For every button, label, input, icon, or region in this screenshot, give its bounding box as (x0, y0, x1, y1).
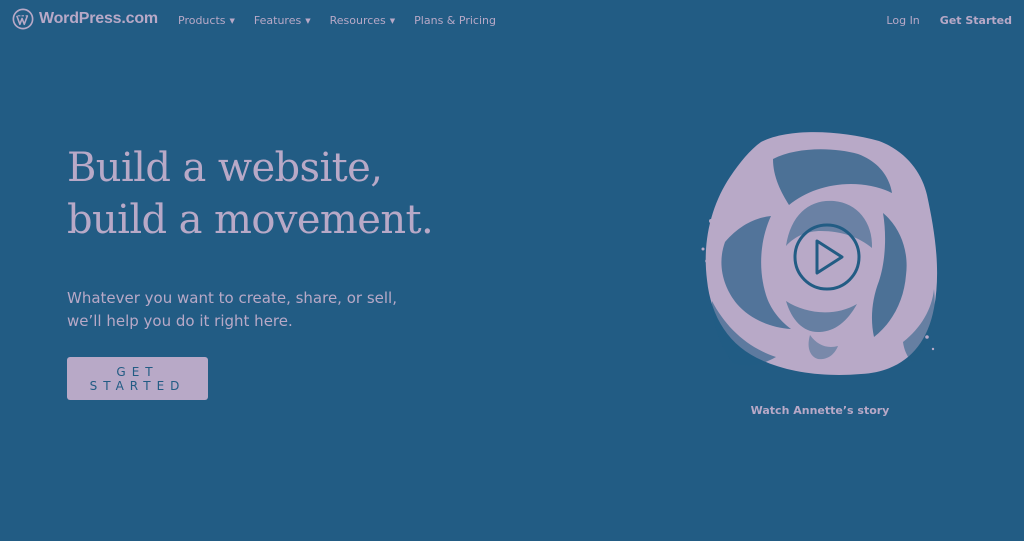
login-link[interactable]: Log In (886, 14, 919, 27)
story-image-speckle (705, 259, 709, 263)
nav-features[interactable]: Features ▼ (254, 14, 311, 27)
nav-resources-label: Resources (329, 14, 386, 27)
get-started-link[interactable]: Get Started (940, 14, 1012, 27)
story-image-speckle (931, 347, 935, 351)
get-started-button[interactable]: GET STARTED (67, 357, 208, 400)
hero-subtitle-line-2: we’ll help you do it right here. (67, 312, 293, 330)
chevron-down-icon: ▼ (229, 16, 235, 25)
nav-features-label: Features (253, 14, 302, 27)
story-image-speckle (701, 247, 705, 251)
nav-products-label: Products (178, 14, 226, 27)
hero-subtitle: Whatever you want to create, share, or s… (67, 287, 397, 333)
wordpress-logo-link[interactable]: WordPress.com (12, 8, 158, 30)
story-image-speckle (709, 219, 713, 223)
chevron-down-icon: ▼ (389, 16, 396, 25)
hero-title: Build a website, build a movement. (67, 142, 434, 246)
story-image-speckle (715, 231, 719, 235)
hero-title-line-2: build a movement. (67, 197, 434, 243)
nav-resources[interactable]: Resources ▼ (330, 14, 396, 27)
nav-plans-pricing[interactable]: Plans & Pricing (414, 14, 496, 27)
nav-products[interactable]: Products ▼ (178, 14, 235, 27)
page: WordPress.com Products ▼ Features ▼ Reso… (0, 0, 1024, 541)
wordpress-logo-icon (12, 8, 34, 30)
hero-title-line-1: Build a website, (67, 145, 383, 191)
primary-nav: Products ▼ Features ▼ Resources ▼ Plans … (178, 14, 496, 27)
hero-subtitle-line-1: Whatever you want to create, share, or s… (67, 289, 397, 307)
account-nav: Log In Get Started (886, 14, 1012, 27)
logo-text: WordPress.com (39, 10, 158, 27)
story-video-thumbnail (701, 132, 938, 375)
nav-plans-pricing-label: Plans & Pricing (414, 14, 496, 27)
story-image-speckle (925, 335, 929, 339)
chevron-down-icon: ▼ (305, 16, 311, 25)
watch-story-link[interactable]: Watch Annette’s story (730, 404, 910, 417)
story-video[interactable] (695, 121, 940, 391)
top-navigation: WordPress.com Products ▼ Features ▼ Reso… (0, 0, 1024, 44)
